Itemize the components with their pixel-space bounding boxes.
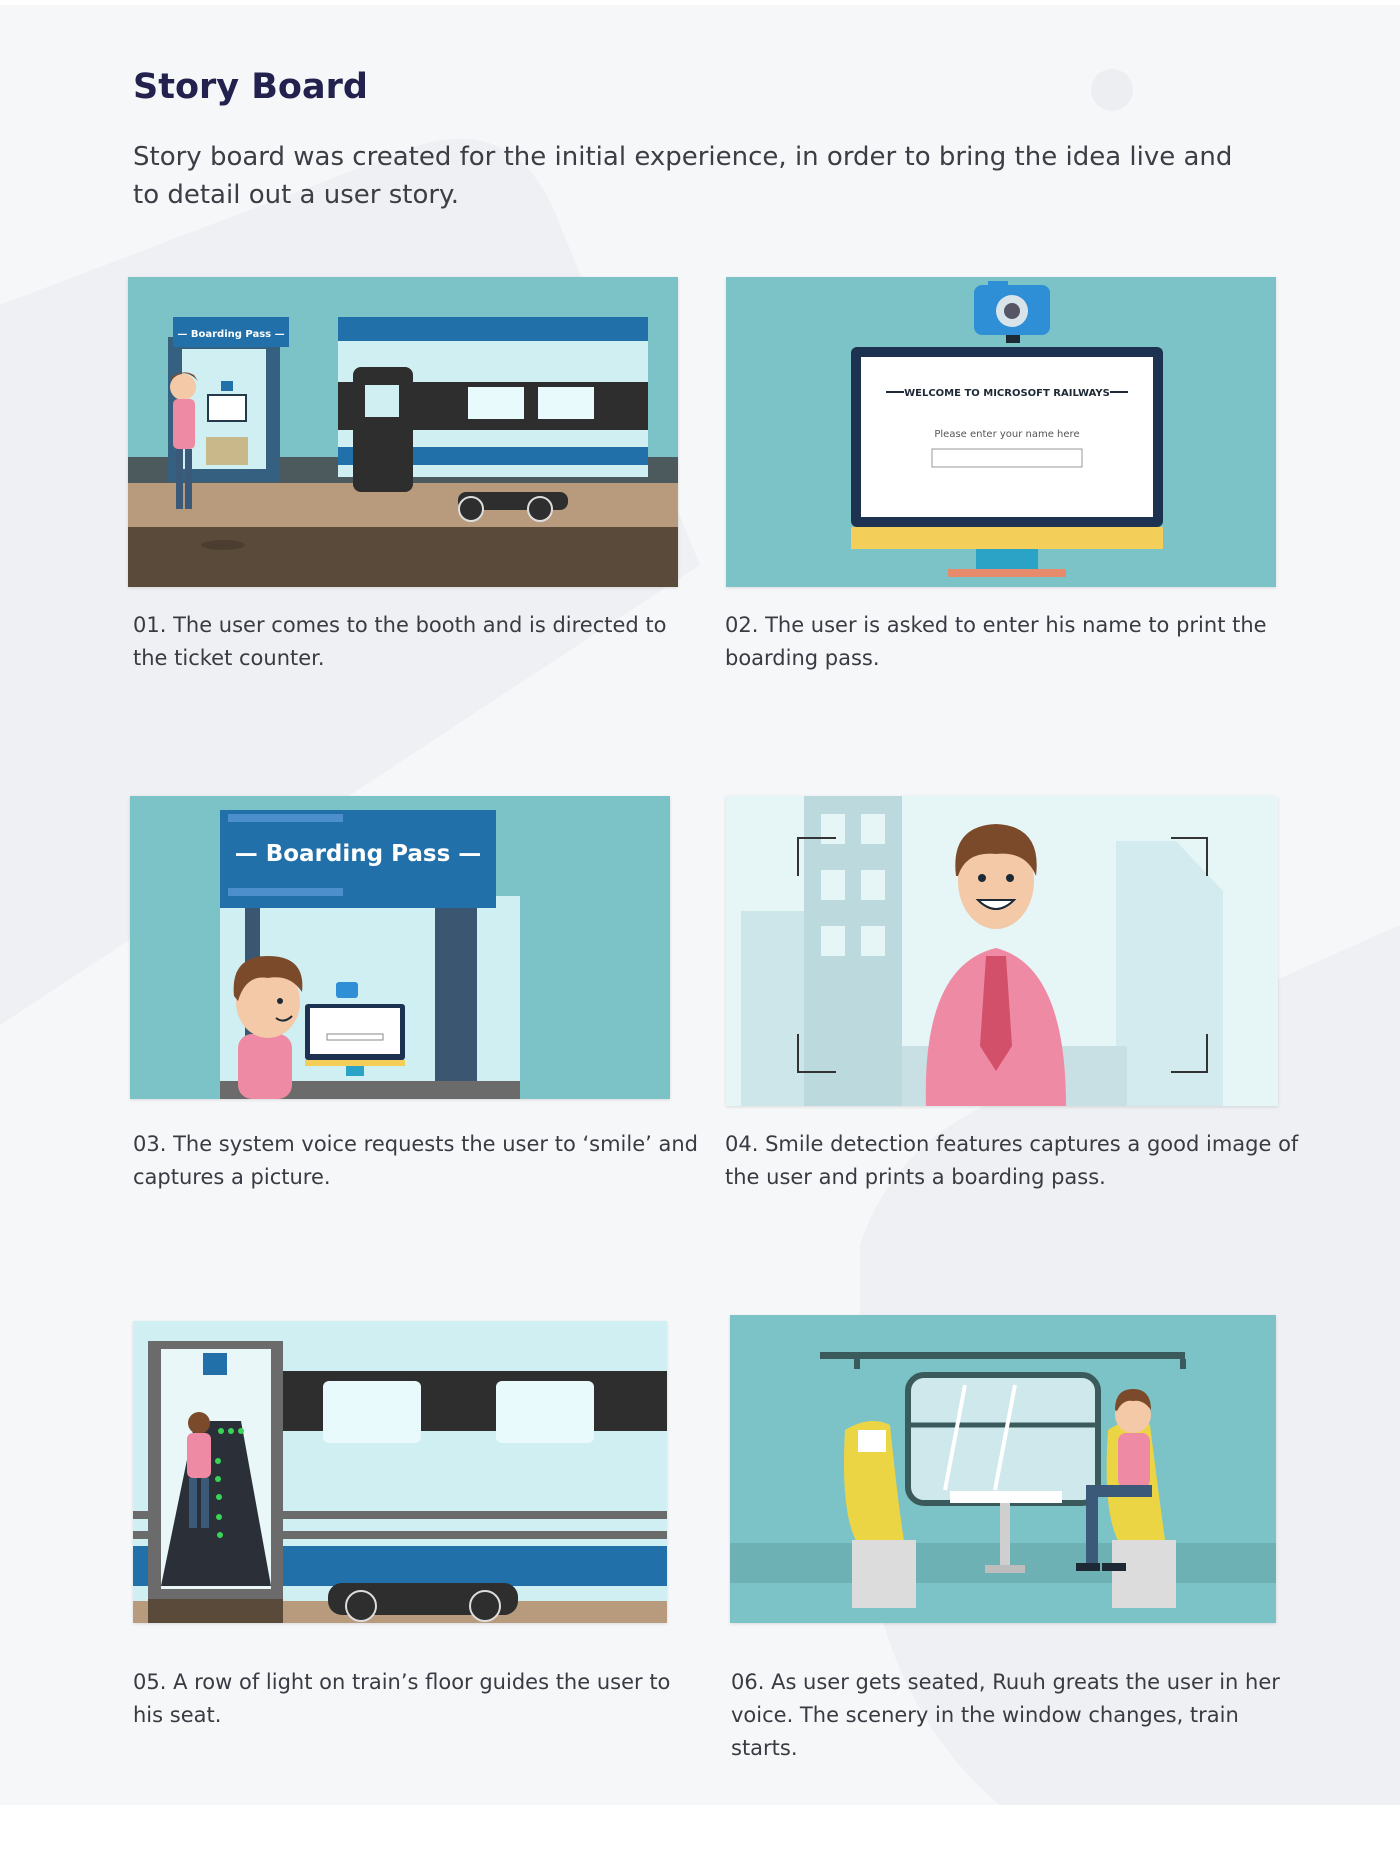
storyboard-panel-2: WELCOME TO MICROSOFT RAILWAYS Please ent… (726, 277, 1276, 587)
screen-heading: WELCOME TO MICROSOFT RAILWAYS (904, 388, 1110, 399)
storyboard-page: Story Board Story board was created for … (0, 5, 1400, 1805)
panel-5-caption: 05. A row of light on train’s floor guid… (133, 1670, 671, 1727)
panel-2-caption: 02. The user is asked to enter his name … (725, 613, 1267, 670)
scene-smile-request-illustration: — Boarding Pass — (130, 796, 670, 1099)
booth-sign-text: — Boarding Pass — (177, 329, 284, 340)
decorative-dot (1091, 69, 1133, 111)
scene-train-guide-lights-illustration (133, 1321, 667, 1623)
storyboard-panel-1: — Boarding Pass — (128, 277, 678, 587)
panel-3-caption: 03. The system voice requests the user t… (133, 1132, 698, 1189)
panel-4-caption: 04. Smile detection features captures a … (725, 1132, 1299, 1189)
panel-6-caption: 06. As user gets seated, Ruuh greats the… (731, 1670, 1280, 1760)
storyboard-panel-3: — Boarding Pass — (130, 796, 670, 1099)
storyboard-panel-6 (730, 1315, 1276, 1623)
intro-paragraph: Story board was created for the initial … (133, 142, 1233, 210)
booth-sign-text: — Boarding Pass — (235, 841, 482, 867)
name-input-field[interactable] (931, 448, 1083, 468)
scene-welcome-monitor-illustration: WELCOME TO MICROSOFT RAILWAYS Please ent… (726, 277, 1276, 587)
storyboard-panel-5 (133, 1321, 667, 1623)
page-title: Story Board (133, 67, 368, 107)
panel-1-caption: 01. The user comes to the booth and is d… (133, 613, 667, 670)
storyboard-panel-4 (726, 796, 1278, 1106)
screen-placeholder: Please enter your name here (934, 429, 1079, 440)
scene-seated-passenger-illustration (730, 1315, 1276, 1623)
scene-booth-illustration: — Boarding Pass — (128, 277, 678, 587)
scene-smile-capture-illustration (726, 796, 1278, 1106)
